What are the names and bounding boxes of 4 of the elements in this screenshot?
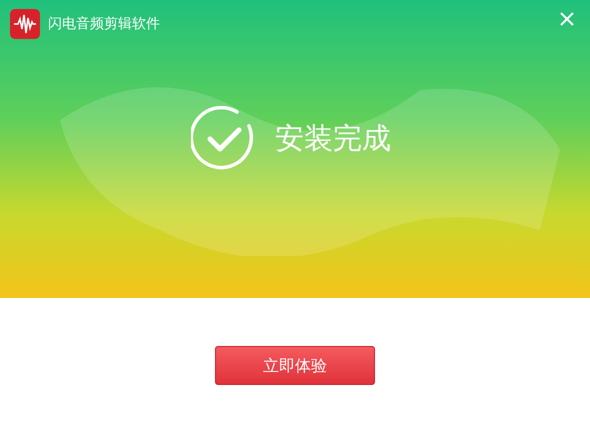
start-button[interactable]: 立即体验 bbox=[215, 346, 375, 385]
window-title: 闪电音频剪辑软件 bbox=[48, 14, 160, 34]
app-logo-icon bbox=[10, 9, 40, 39]
status-message: 安装完成 bbox=[275, 120, 391, 158]
